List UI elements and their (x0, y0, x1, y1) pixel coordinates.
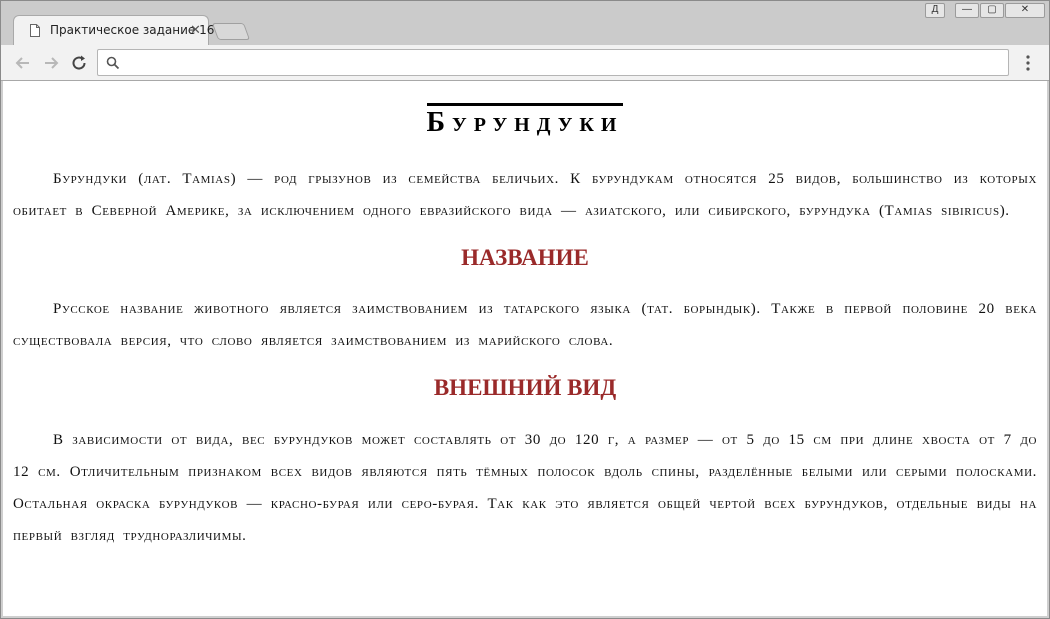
tab-active[interactable]: Практическое задание 16 ✕ (13, 15, 214, 45)
user-profile-button[interactable]: Д (925, 3, 945, 18)
new-tab-button[interactable] (211, 23, 251, 40)
address-input[interactable] (128, 53, 998, 72)
section-heading-appearance: ВНЕШНИЙ ВИД (433, 375, 617, 400)
intro-paragraph: Бурундуки (лат. Tamias) — род грызунов и… (13, 171, 1037, 219)
toolbar (1, 45, 1049, 81)
maximize-button[interactable]: ▢ (980, 3, 1004, 18)
minimize-button[interactable]: — (955, 3, 979, 18)
page-title: Бурундуки (3, 103, 1047, 140)
tab-close-icon[interactable]: ✕ (190, 23, 201, 37)
address-bar[interactable] (97, 49, 1009, 76)
close-window-button[interactable]: ✕ (1005, 3, 1045, 18)
page-content: Бурундуки Бурундуки (лат. Tamias) — род … (3, 81, 1047, 616)
forward-arrow-icon[interactable] (41, 53, 61, 73)
search-icon (106, 56, 120, 70)
page-icon (30, 24, 40, 37)
section-heading-name: НАЗВАНИЕ (461, 245, 589, 270)
browser-window: Практическое задание 16 ✕ Д — ▢ ✕ Бурунд… (0, 0, 1050, 619)
page-title-text: Бурундуки (426, 103, 624, 140)
section-appearance-paragraph: В зависимости от вида, вес бурундуков мо… (13, 432, 1037, 544)
back-arrow-icon[interactable] (13, 53, 33, 73)
menu-dots-icon[interactable] (1021, 53, 1035, 73)
reload-icon[interactable] (69, 53, 89, 73)
section-name-paragraph: Русское название животного является заим… (13, 301, 1037, 349)
tab-strip: Практическое задание 16 ✕ Д — ▢ ✕ (1, 1, 1049, 45)
